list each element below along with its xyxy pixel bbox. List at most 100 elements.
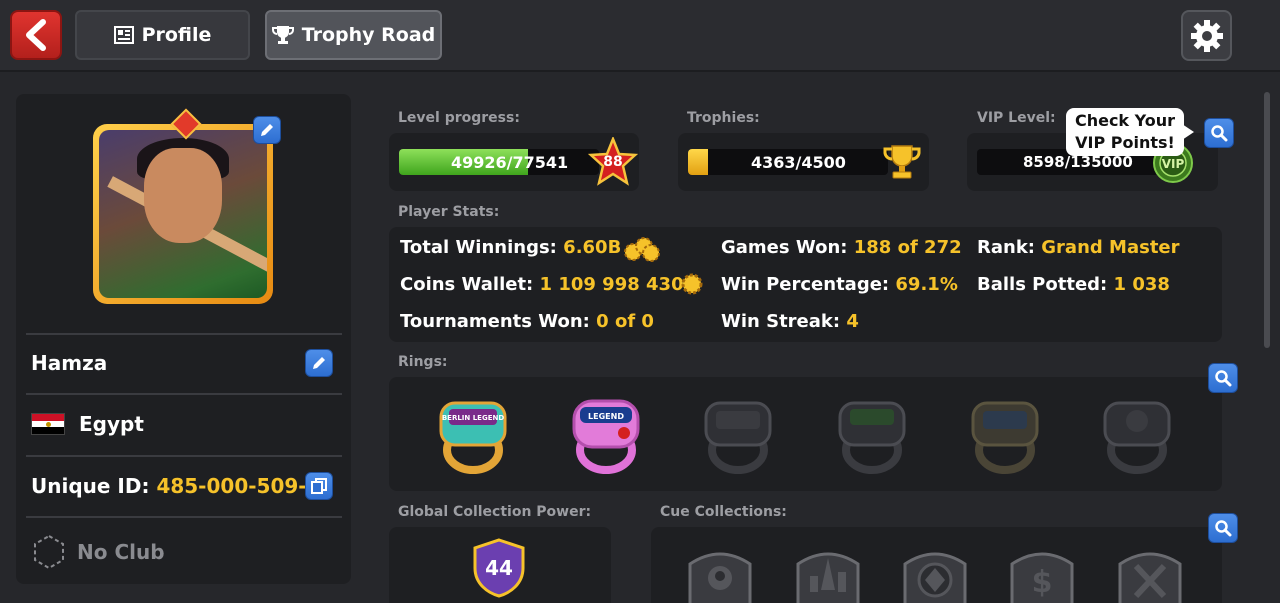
level-star-badge: 88 bbox=[588, 137, 638, 187]
vip-badge-text: VIP bbox=[1162, 157, 1185, 171]
vip-tooltip-line1: Check Your bbox=[1074, 111, 1176, 130]
dollar-collection-icon[interactable]: $ bbox=[1004, 544, 1080, 603]
level-number: 88 bbox=[603, 154, 623, 170]
country-name: Egypt bbox=[79, 412, 144, 436]
ring1-text: BERLIN LEGEND bbox=[442, 414, 504, 422]
stat-win-streak: Win Streak: 4 bbox=[721, 311, 859, 332]
edit-avatar-button[interactable] bbox=[253, 116, 281, 144]
copy-id-button[interactable] bbox=[305, 472, 333, 500]
locked-ring-icon[interactable] bbox=[832, 395, 912, 475]
legend-ring-icon[interactable]: LEGEND bbox=[566, 395, 646, 475]
profile-panel: Hamza Egypt Unique ID: 485-000-509-0 No … bbox=[16, 94, 351, 584]
landmarks-collection-icon[interactable] bbox=[790, 544, 866, 603]
stat-label: Games Won: bbox=[721, 237, 848, 258]
stat-label: Win Streak: bbox=[721, 311, 841, 332]
trophies-label: Trophies: bbox=[687, 110, 760, 126]
vip-level-label: VIP Level: bbox=[977, 110, 1056, 126]
unique-id-value: 485-000-509-0 bbox=[156, 474, 321, 498]
stat-label: Tournaments Won: bbox=[400, 311, 590, 332]
vip-tooltip: Check Your VIP Points! bbox=[1066, 108, 1194, 156]
avatar[interactable] bbox=[93, 124, 273, 304]
tab-profile-label: Profile bbox=[141, 24, 212, 46]
stat-value: 1 109 998 430 bbox=[539, 274, 684, 295]
search-icon bbox=[1215, 520, 1232, 537]
stat-coins-wallet: Coins Wallet: 1 109 998 430 bbox=[400, 274, 684, 295]
tab-trophy-road-label: Trophy Road bbox=[301, 24, 436, 46]
stat-win-percentage: Win Percentage: 69.1% bbox=[721, 274, 958, 295]
player-name: Hamza bbox=[31, 351, 107, 375]
avatar-image bbox=[99, 130, 267, 298]
club-hexagon-icon bbox=[34, 534, 64, 570]
level-progress-label: Level progress: bbox=[398, 110, 520, 126]
club-row[interactable]: No Club bbox=[31, 534, 165, 570]
collection-power-shield-icon: 44 bbox=[473, 538, 525, 598]
stat-rank: Rank: Grand Master bbox=[977, 237, 1180, 258]
cue-collections-search-button[interactable] bbox=[1208, 513, 1238, 543]
coin-icon bbox=[681, 273, 703, 295]
ring2-text: LEGEND bbox=[588, 412, 624, 421]
profile-card-icon bbox=[113, 26, 134, 44]
rings-search-button[interactable] bbox=[1208, 363, 1238, 393]
trophy-icon bbox=[271, 26, 294, 44]
stat-value: 4 bbox=[846, 311, 859, 332]
pencil-icon bbox=[313, 357, 325, 369]
pencil-icon bbox=[261, 124, 273, 136]
coins-stack-icon bbox=[624, 237, 660, 262]
stat-games-won: Games Won: 188 of 272 bbox=[721, 237, 962, 258]
8-ball-collection-icon[interactable] bbox=[682, 544, 758, 603]
trophies-fill bbox=[688, 149, 708, 175]
avatar-face bbox=[144, 148, 222, 243]
back-arrow-icon bbox=[26, 19, 46, 51]
rings-label: Rings: bbox=[398, 354, 448, 370]
stat-value: 1 038 bbox=[1113, 274, 1170, 295]
vip-tooltip-line2: VIP Points! bbox=[1075, 133, 1175, 152]
stat-value: 6.60B bbox=[563, 237, 622, 258]
divider bbox=[26, 393, 342, 395]
player-name-text: Hamza bbox=[31, 351, 108, 375]
edit-name-button[interactable] bbox=[305, 349, 333, 377]
club-name: No Club bbox=[77, 540, 165, 564]
swords-collection-icon[interactable] bbox=[1112, 544, 1188, 603]
berlin-legend-ring-icon[interactable]: BERLIN LEGEND bbox=[433, 395, 513, 475]
scrollbar[interactable] bbox=[1264, 92, 1270, 348]
stat-value: 69.1% bbox=[895, 274, 958, 295]
locked-ring-icon[interactable] bbox=[1097, 395, 1177, 475]
stat-label: Win Percentage: bbox=[721, 274, 890, 295]
stat-value: 0 of 0 bbox=[596, 311, 654, 332]
stat-label: Balls Potted: bbox=[977, 274, 1108, 295]
tab-trophy-road[interactable]: Trophy Road bbox=[265, 10, 442, 60]
stat-value: Grand Master bbox=[1041, 237, 1180, 258]
divider bbox=[26, 333, 342, 335]
unique-id-label: Unique ID: bbox=[31, 474, 150, 498]
level-progress-text: 49926/77541 bbox=[451, 153, 569, 172]
collection-power-value: 44 bbox=[485, 556, 513, 580]
vip-search-button[interactable] bbox=[1204, 118, 1234, 148]
stat-total-winnings: Total Winnings: 6.60B bbox=[400, 237, 621, 258]
settings-button[interactable] bbox=[1181, 10, 1232, 61]
tab-profile[interactable]: Profile bbox=[75, 10, 250, 60]
locked-ring-icon[interactable] bbox=[698, 395, 778, 475]
global-collection-label: Global Collection Power: bbox=[398, 504, 592, 520]
stat-value: 188 of 272 bbox=[853, 237, 962, 258]
cue-collections-label: Cue Collections: bbox=[660, 504, 787, 520]
locked-ring-icon[interactable] bbox=[965, 395, 1045, 475]
search-icon bbox=[1215, 370, 1232, 387]
stat-label: Coins Wallet: bbox=[400, 274, 534, 295]
gold-trophy-icon bbox=[883, 145, 921, 179]
player-stats-label: Player Stats: bbox=[398, 204, 500, 220]
unique-id-row: Unique ID: 485-000-509-0 bbox=[31, 474, 321, 498]
stat-label: Total Winnings: bbox=[400, 237, 557, 258]
back-button[interactable] bbox=[10, 10, 62, 60]
svg-text:$: $ bbox=[1032, 565, 1053, 600]
gem-collection-icon[interactable] bbox=[897, 544, 973, 603]
stat-tournaments-won: Tournaments Won: 0 of 0 bbox=[400, 311, 654, 332]
copy-icon bbox=[311, 478, 327, 494]
country-row: Egypt bbox=[31, 412, 144, 436]
search-icon bbox=[1211, 125, 1228, 142]
divider bbox=[26, 455, 342, 457]
trophies-text: 4363/4500 bbox=[751, 153, 846, 172]
stat-label: Rank: bbox=[977, 237, 1035, 258]
gear-icon bbox=[1190, 19, 1223, 52]
egypt-flag-icon bbox=[31, 413, 65, 435]
divider bbox=[26, 516, 342, 518]
